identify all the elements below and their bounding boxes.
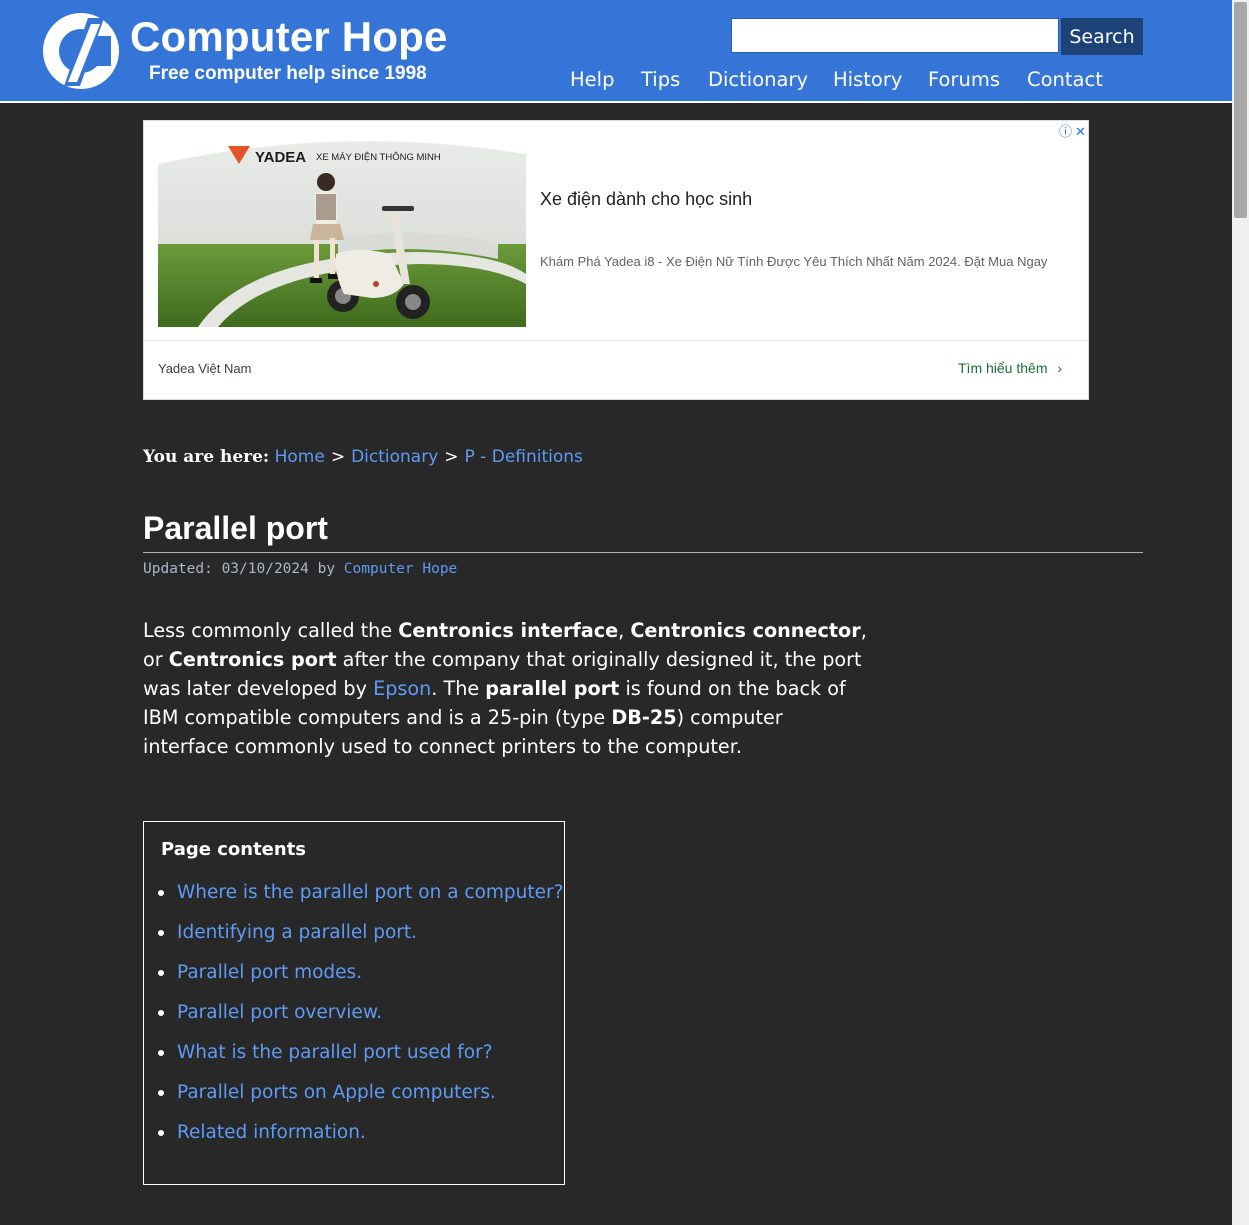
computer-hope-logo-icon[interactable] (42, 12, 120, 90)
toc-link[interactable]: Parallel port overview. (177, 1000, 382, 1026)
bullet-icon (158, 930, 164, 936)
bullet-icon (158, 1090, 164, 1096)
intro-bold: Centronics port (168, 648, 337, 671)
breadcrumb-p-definitions[interactable]: P - Definitions (465, 447, 583, 467)
nav-dictionary[interactable]: Dictionary (708, 67, 808, 93)
ad-divider (144, 340, 1088, 341)
intro-bold: parallel port (485, 677, 620, 700)
nav-help[interactable]: Help (570, 67, 614, 93)
ad-headline[interactable]: Xe điện dành cho học sinh (540, 189, 752, 210)
bullet-icon (158, 970, 164, 976)
intro-text: Less commonly called the (143, 619, 399, 642)
intro-bold: DB-25 (611, 706, 677, 729)
intro-text: , (618, 619, 631, 642)
bullet-icon (158, 1010, 164, 1016)
toc-link[interactable]: What is the parallel port used for? (177, 1040, 493, 1066)
search-input[interactable] (731, 18, 1059, 53)
breadcrumb-separator: > (330, 447, 346, 467)
close-icon[interactable]: ✕ (1075, 125, 1086, 140)
ad-brand-tagline: XE MÁY ĐIỆN THÔNG MINH (316, 152, 441, 163)
updated-info: Updated: 03/10/2024 by Computer Hope (143, 559, 457, 579)
toc-link[interactable]: Identifying a parallel port. (177, 920, 417, 946)
ad-brand: YADEA (255, 149, 306, 166)
site-tagline: Free computer help since 1998 (149, 63, 427, 84)
ad-choices[interactable]: ⓘ ✕ (1059, 121, 1086, 140)
page-title: Parallel port (143, 510, 328, 546)
toc-link[interactable]: Where is the parallel port on a computer… (177, 880, 563, 906)
epson-link[interactable]: Epson (373, 677, 431, 700)
ad-cta-button[interactable]: Tìm hiểu thêm › (958, 360, 1062, 376)
toc-link[interactable]: Related information. (177, 1120, 366, 1146)
nav-contact[interactable]: Contact (1027, 67, 1103, 93)
ad-photo-scooter: YADEA XE MÁY ĐIỆN THÔNG MINH (158, 134, 526, 327)
bullet-icon (158, 1130, 164, 1136)
ad-cta-label: Tìm hiểu thêm (958, 360, 1048, 376)
info-icon[interactable]: ⓘ (1059, 125, 1072, 140)
ad-advertiser[interactable]: Yadea Việt Nam (158, 361, 251, 376)
intro-paragraph: Less commonly called the Centronics inte… (143, 616, 873, 761)
nav-history[interactable]: History (833, 67, 902, 93)
intro-bold: Centronics interface (398, 619, 619, 642)
scrollbar-thumb[interactable] (1234, 2, 1247, 218)
site-header: Computer Hope Free computer help since 1… (0, 0, 1232, 103)
site-name[interactable]: Computer Hope (130, 12, 448, 62)
breadcrumb-dictionary[interactable]: Dictionary (351, 447, 438, 467)
updated-date: Updated: 03/10/2024 by (143, 561, 336, 577)
breadcrumb: You are here: Home > Dictionary > P - Defini… (143, 445, 583, 469)
intro-text: . The (431, 677, 486, 700)
ad-description[interactable]: Khám Phá Yadea i8 - Xe Điện Nữ Tính Được… (540, 254, 1047, 269)
toc-link[interactable]: Parallel ports on Apple computers. (177, 1080, 496, 1106)
breadcrumb-label: You are here: (143, 447, 270, 467)
nav-forums[interactable]: Forums (928, 67, 1000, 93)
breadcrumb-separator: > (444, 447, 459, 467)
ad-image[interactable]: YADEA XE MÁY ĐIỆN THÔNG MINH (158, 134, 526, 327)
bullet-icon (158, 890, 164, 896)
chevron-right-icon: › (1057, 360, 1063, 376)
title-divider (143, 552, 1143, 553)
author-link[interactable]: Computer Hope (344, 561, 458, 577)
search-button[interactable]: Search (1061, 18, 1143, 55)
intro-bold: Centronics connector (630, 619, 861, 642)
breadcrumb-home[interactable]: Home (275, 447, 325, 467)
page-contents-box: Page contents Where is the parallel port… (143, 821, 565, 1185)
nav-tips[interactable]: Tips (641, 67, 680, 93)
bullet-icon (158, 1050, 164, 1056)
toc-link[interactable]: Parallel port modes. (177, 960, 362, 986)
toc-title: Page contents (161, 839, 307, 860)
advertisement[interactable]: YADEA XE MÁY ĐIỆN THÔNG MINH Xe điện dàn… (143, 120, 1089, 400)
